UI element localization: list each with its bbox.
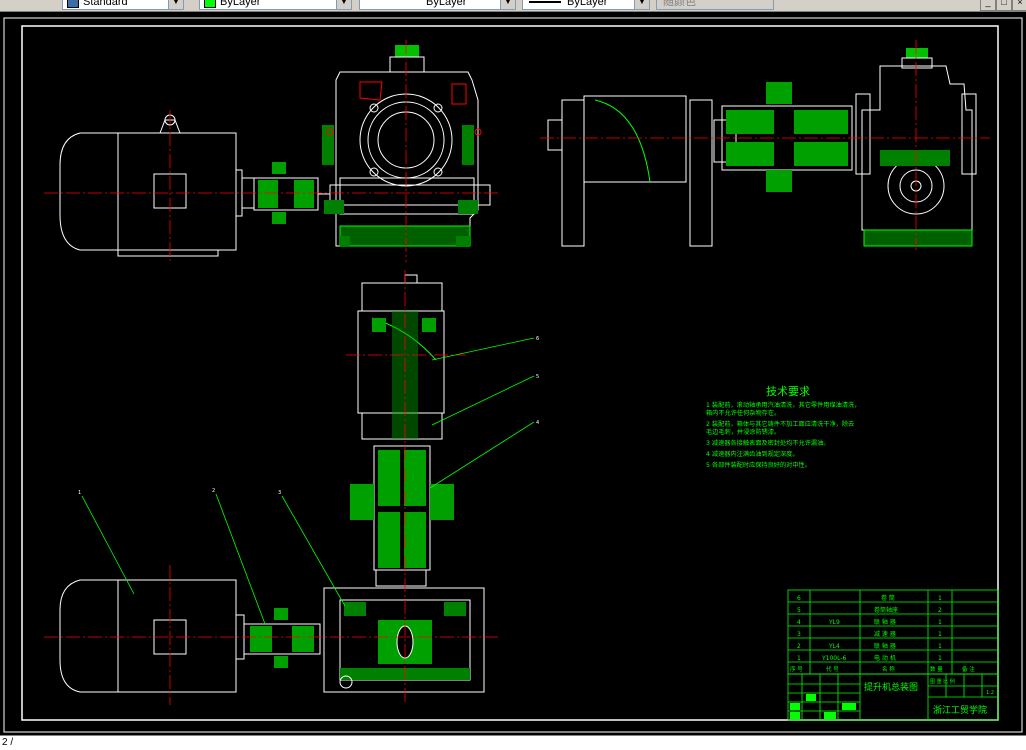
- linetype-combo[interactable]: ByLayer ▼: [359, 0, 516, 10]
- text-style-icon: [67, 0, 79, 8]
- coupling-side-view: [721, 82, 853, 192]
- tech-note-2: 箱内不允许任何杂物存在。: [706, 409, 780, 417]
- tech-note-7: 5 各部件装配时应保持良好的对中性。: [706, 461, 811, 469]
- part-no: 1: [797, 655, 801, 662]
- drawing-title: 提升机总装图: [864, 681, 918, 693]
- part-name: 联 轴 器: [874, 618, 896, 626]
- part-qty: 1: [938, 595, 942, 602]
- minimize-icon[interactable]: _: [980, 0, 996, 11]
- part-no: 4: [797, 619, 801, 626]
- part-qty: 1: [938, 655, 942, 662]
- chevron-down-icon[interactable]: ▼: [336, 0, 351, 9]
- part-name: 卷 筒: [881, 594, 895, 602]
- header-name: 名 称: [882, 665, 895, 673]
- leader-labels: 1 2 3 6 5 4: [78, 336, 539, 496]
- part-qty: 2: [938, 607, 942, 614]
- chevron-down-icon[interactable]: ▼: [500, 0, 515, 9]
- part-code: Y100L-6: [821, 655, 847, 662]
- header-code: 代 号: [826, 665, 839, 673]
- svg-text:6: 6: [536, 336, 539, 342]
- part-name: 卷筒轴座: [874, 606, 898, 614]
- svg-text:2: 2: [212, 488, 215, 494]
- parts-rows: 6 卷 筒 1 5 卷筒轴座 2 4 YL9 联 轴 器 1 3 减 速 器 1…: [790, 594, 975, 673]
- header-qty: 数 量: [930, 665, 943, 673]
- coupling-bottom-view: [243, 608, 321, 668]
- tech-note-4: 毛边毛刺，并浸涂防锈漆。: [706, 428, 780, 436]
- chevron-down-icon[interactable]: ▼: [168, 0, 183, 9]
- tech-requirements-notes: 1 装配前，滚动轴承用汽油清洗，其它零件用煤油清洗， 箱内不允许任何杂物存在。 …: [706, 401, 860, 469]
- lineweight-value: ByLayer: [567, 0, 608, 8]
- part-name: 减 速 器: [874, 630, 896, 638]
- part-qty: 1: [938, 643, 942, 650]
- motor-bottom-view: [59, 579, 245, 693]
- linetype-value: ByLayer: [426, 0, 467, 8]
- scale-header: 图 重 比 例: [930, 678, 955, 685]
- tech-requirements-title: 技术要求: [766, 385, 810, 398]
- lineweight-sample-icon: [529, 1, 561, 3]
- tech-note-6: 4 减速器内注满齿油到规定深度。: [706, 450, 799, 458]
- command-line[interactable]: 2 /: [0, 735, 1026, 750]
- drawing-canvas[interactable]: 1 2 3 6 5 4 技术要求 1 装配前，滚动轴承用汽油清洗，其它零件用煤油…: [0, 12, 1026, 735]
- header-note: 备 注: [962, 665, 975, 673]
- tech-note-5: 3 减速器各接触表面及密封处均不允许漏油。: [706, 439, 829, 447]
- part-code: YL4: [828, 643, 840, 650]
- color-swatch-icon: [204, 0, 216, 8]
- part-no: 3: [797, 631, 801, 638]
- part-no: 5: [797, 607, 801, 614]
- part-name: 电 动 机: [874, 654, 896, 662]
- part-code: YL9: [828, 619, 840, 626]
- leader-lines: [81, 337, 535, 625]
- color-value: ByLayer: [220, 0, 261, 8]
- sheet-border: [3, 17, 1023, 733]
- part-qty: 1: [938, 631, 942, 638]
- svg-text:5: 5: [536, 374, 539, 380]
- plot-style-combo[interactable]: 随颜色: [656, 0, 774, 10]
- restore-icon[interactable]: □: [996, 0, 1012, 11]
- command-prompt: 2 /: [2, 737, 14, 748]
- drum-side-view: [547, 95, 737, 247]
- close-icon[interactable]: ×: [1012, 0, 1026, 11]
- svg-text:4: 4: [536, 420, 539, 426]
- school-name: 浙江工贸学院: [933, 704, 987, 716]
- svg-text:3: 3: [278, 490, 281, 496]
- coupling-front-view: [350, 445, 454, 587]
- svg-text:1: 1: [78, 490, 81, 496]
- part-qty: 1: [938, 619, 942, 626]
- properties-toolbar: Standard ▼ ByLayer ▼ ByLayer ▼ ByLayer ▼…: [0, 0, 1026, 12]
- header-no: 序 号: [790, 665, 803, 673]
- text-style-combo[interactable]: Standard ▼: [62, 0, 184, 10]
- part-no: 6: [797, 595, 801, 602]
- reducer-bottom-view: [323, 587, 485, 693]
- tech-note-3: 2 装配前，箱体与其它铸件不加工面应清洗干净，除去: [706, 420, 854, 428]
- text-style-value: Standard: [83, 0, 128, 8]
- chevron-down-icon[interactable]: ▼: [634, 0, 649, 9]
- lineweight-combo[interactable]: ByLayer ▼: [522, 0, 650, 10]
- reducer-top-red-parts: [326, 81, 482, 136]
- part-no: 2: [797, 643, 801, 650]
- color-combo[interactable]: ByLayer ▼: [199, 0, 352, 10]
- cad-drawing: 1 2 3 6 5 4 技术要求 1 装配前，滚动轴承用汽油清洗，其它零件用煤油…: [3, 17, 1023, 733]
- scale-value: 1:2: [986, 690, 994, 696]
- motor-top-view: [59, 114, 255, 257]
- title-block-fills: [790, 694, 856, 719]
- tech-note-1: 1 装配前，滚动轴承用汽油清洗，其它零件用煤油清洗，: [706, 401, 860, 409]
- part-name: 联 轴 器: [874, 642, 896, 650]
- center-lines: [44, 40, 990, 705]
- drum-front-view: [357, 274, 445, 440]
- plot-style-value: 随颜色: [663, 0, 696, 8]
